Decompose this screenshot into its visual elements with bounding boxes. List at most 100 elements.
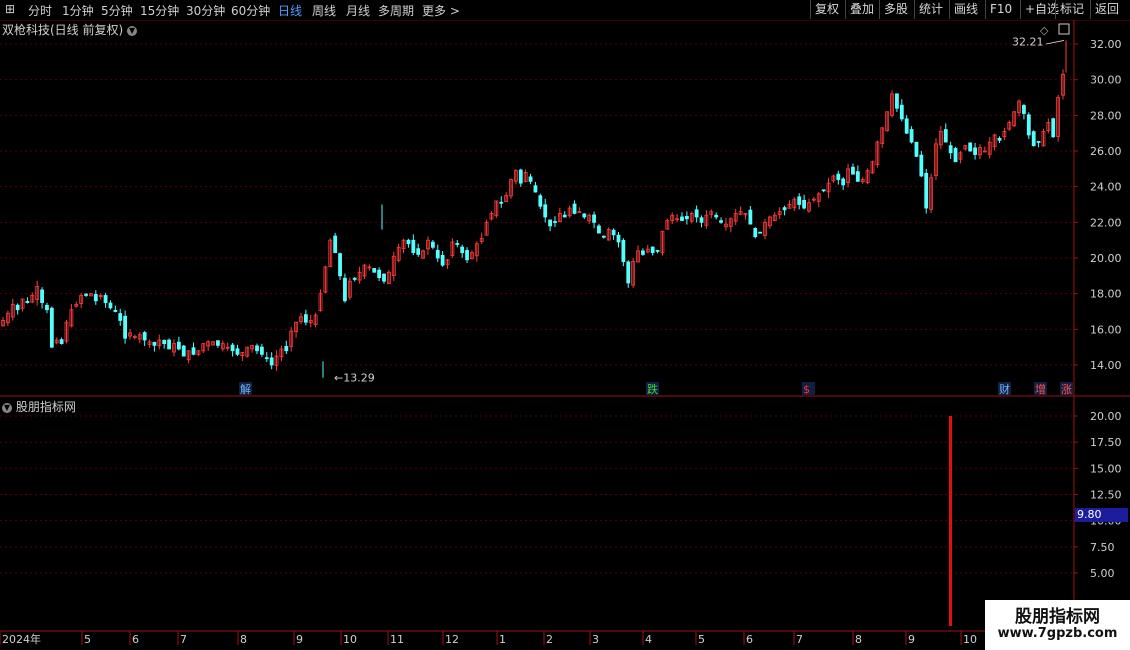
high-arrow [1045,40,1065,45]
time-tick-label: 6 [132,633,139,646]
price-tick-label: 28.00 [1090,109,1122,122]
time-tick-label: 12 [445,633,459,646]
time-tick-label: 7 [796,633,803,646]
candle-body [553,221,557,223]
candle-body [1026,114,1031,136]
candle-body [641,250,645,255]
candle-body [538,195,543,207]
time-tick-label: 10 [963,633,977,646]
event-mark: 解 [240,382,251,396]
time-tick-label: 5 [698,633,705,646]
time-tick-label: 10 [343,633,357,646]
candle-body [45,304,49,311]
time-tick-label: 2 [546,633,553,646]
candle-body [465,250,469,261]
indicator-tick-label: 20.00 [1090,410,1122,423]
event-mark: 跌 [647,382,658,396]
candle-body [440,255,445,266]
candle-body [93,294,98,302]
candle-body [943,129,948,143]
watermark-url: www.7gpzb.com [997,626,1118,641]
time-tick-label: 11 [390,633,404,646]
candle-body [582,213,587,218]
candle-body [914,141,919,157]
price-tick-label: 30.00 [1090,74,1122,87]
candle-body [684,215,689,220]
kline-chart[interactable]: 32.00 30.00 28.00 26.00 24.00 22.00 20.00 18.00… [0,0,1130,650]
candle-body [59,339,64,345]
candle-body [259,346,264,355]
panel-toggle-icon[interactable] [1058,23,1070,35]
candle-body [284,345,289,352]
candle-body [333,235,338,254]
candle-body [25,300,30,303]
time-tick-label: 6 [746,633,753,646]
candle-body [904,118,909,134]
time-tick-label: 3 [592,633,599,646]
candle-body [181,345,186,357]
candle-body [548,219,552,227]
event-mark: 财 [999,382,1010,396]
candle-body [562,214,567,218]
candle-body [406,239,411,245]
candle-body [821,189,826,192]
candle-body [152,341,157,346]
candle-body [255,345,259,352]
candle-body [782,207,787,211]
candle-body [40,289,44,303]
candle-body [909,129,914,143]
candle-body [499,201,504,204]
low-price-label: ←13.29 [334,372,375,385]
candle-body [15,304,20,311]
candle-body [680,216,684,221]
candle-body [533,185,538,193]
diamond-icon[interactable]: ◇ [1040,24,1049,37]
candle-body [841,178,846,186]
candle-body [694,209,699,218]
candle-body [714,214,719,218]
candle-body [895,93,899,109]
time-tick-label: 7 [180,633,187,646]
candle-body [924,172,929,209]
event-mark: $ [803,383,810,396]
candle-body [748,209,753,225]
candle-body [216,340,220,346]
event-mark: 增 [1035,382,1046,396]
candle-body [343,277,347,302]
candle-body [108,302,113,309]
time-tick-label: 8 [240,633,247,646]
price-tick-label: 26.00 [1090,145,1122,158]
candle-body [1022,105,1026,114]
candle-body [802,199,807,209]
price-tick-label: 22.00 [1090,216,1122,229]
candle-body [123,315,128,339]
indicator-tick-label: 17.50 [1090,436,1122,449]
indicator-tick-label: 5.00 [1090,567,1115,580]
candle-body [572,203,577,214]
candle-body [411,239,416,254]
candle-body [113,309,118,312]
candle-body [601,235,606,238]
candle-body [142,332,147,341]
candle-body [377,269,382,279]
candle-body [528,176,533,182]
candle-body [919,154,924,177]
candle-body [719,220,723,223]
high-price-label: 32.21 [1012,35,1044,48]
time-tick-label: 9 [296,633,303,646]
candle-body [84,293,88,296]
candle-body [699,217,704,223]
indicator-tick-label: 12.50 [1090,489,1122,502]
candle-body [118,313,123,321]
candle-body [176,341,181,350]
candle-body [543,204,548,218]
candle-body [577,211,582,214]
candle-body [753,228,758,237]
candle-body [460,246,465,254]
indicator-bar [949,416,952,626]
candle-body [899,104,904,120]
indicator-tick-label: 7.50 [1090,541,1115,554]
event-mark: 涨 [1061,383,1072,396]
price-tick-label: 18.00 [1090,288,1122,301]
candle-body [167,339,171,350]
